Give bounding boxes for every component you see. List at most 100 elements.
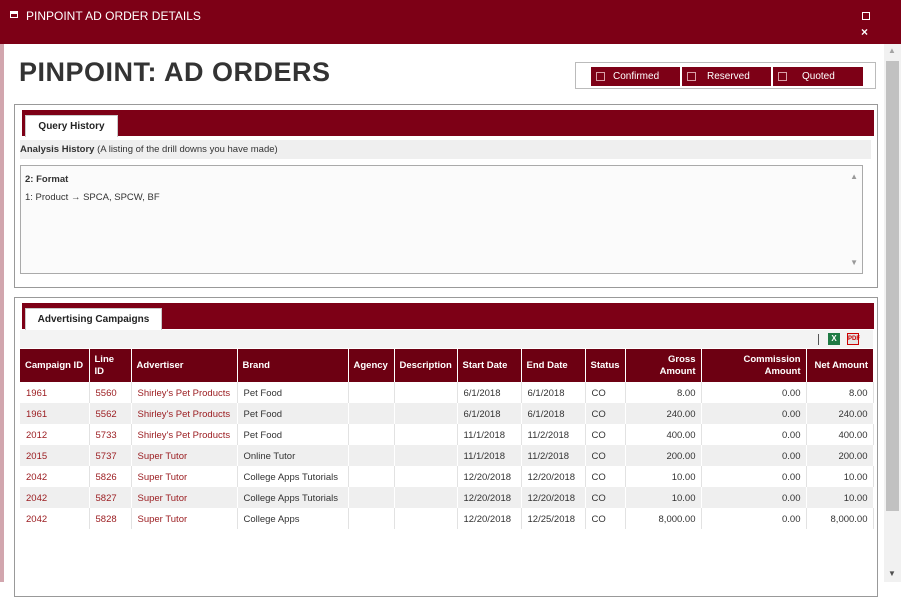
campaign-id-link[interactable]: 1961 bbox=[26, 388, 47, 399]
cell-campaign-id[interactable]: 1961 bbox=[20, 403, 90, 424]
scroll-down-arrow-icon[interactable]: ▼ bbox=[888, 569, 896, 578]
campaign-id-link[interactable]: 2042 bbox=[26, 493, 47, 504]
cell-net-amount: 10.00 bbox=[806, 466, 874, 487]
cell-campaign-id[interactable]: 1961 bbox=[20, 382, 90, 403]
legend-quoted[interactable]: Quoted bbox=[773, 67, 863, 86]
line-id-link[interactable]: 5737 bbox=[96, 451, 117, 462]
list-scroll-down-icon[interactable]: ▼ bbox=[850, 258, 858, 267]
page-scrollbar-thumb[interactable] bbox=[886, 61, 899, 511]
advertiser-link[interactable]: Super Tutor bbox=[138, 451, 188, 462]
cell-advertiser[interactable]: Shirley's Pet Products bbox=[131, 403, 238, 424]
col-commission-amount[interactable]: Commission Amount bbox=[701, 349, 807, 382]
cell-advertiser[interactable]: Shirley's Pet Products bbox=[131, 382, 238, 403]
line-id-link[interactable]: 5560 bbox=[96, 388, 117, 399]
campaign-id-link[interactable]: 2012 bbox=[26, 430, 47, 441]
table-row[interactable]: 2042 5826 Super Tutor College Apps Tutorial… bbox=[20, 466, 874, 487]
advertiser-link[interactable]: Shirley's Pet Products bbox=[138, 409, 231, 420]
window-titlebar: PINPOINT AD ORDER DETAILS × bbox=[0, 0, 901, 44]
cell-campaign-id[interactable]: 2042 bbox=[20, 487, 90, 508]
campaign-id-link[interactable]: 2015 bbox=[26, 451, 47, 462]
advertiser-link[interactable]: Super Tutor bbox=[138, 493, 188, 504]
cell-net-amount: 8,000.00 bbox=[806, 508, 874, 529]
cell-campaign-id[interactable]: 2042 bbox=[20, 508, 90, 529]
cell-advertiser[interactable]: Shirley's Pet Products bbox=[131, 424, 238, 445]
list-scroll-up-icon[interactable]: ▲ bbox=[850, 172, 858, 181]
advertiser-link[interactable]: Shirley's Pet Products bbox=[138, 388, 231, 399]
col-brand[interactable]: Brand bbox=[237, 349, 349, 382]
cell-commission-amount: 0.00 bbox=[701, 403, 807, 424]
line-id-link[interactable]: 5826 bbox=[96, 472, 117, 483]
cell-advertiser[interactable]: Super Tutor bbox=[131, 466, 238, 487]
cell-line-id[interactable]: 5737 bbox=[89, 445, 132, 466]
cell-agency bbox=[348, 487, 395, 508]
history-item[interactable]: 1: Product → SPCA, SPCW, BF bbox=[25, 192, 160, 203]
excel-icon[interactable]: X bbox=[828, 333, 840, 345]
col-agency[interactable]: Agency bbox=[348, 349, 395, 382]
advertiser-link[interactable]: Shirley's Pet Products bbox=[138, 430, 231, 441]
advertiser-link[interactable]: Super Tutor bbox=[138, 472, 188, 483]
col-net-amount[interactable]: Net Amount bbox=[806, 349, 873, 382]
col-line-id[interactable]: Line ID bbox=[89, 349, 132, 382]
campaign-id-link[interactable]: 2042 bbox=[26, 472, 47, 483]
cell-commission-amount: 0.00 bbox=[701, 508, 807, 529]
cell-gross-amount: 8,000.00 bbox=[625, 508, 702, 529]
cell-start-date: 6/1/2018 bbox=[457, 403, 522, 424]
cell-start-date: 6/1/2018 bbox=[457, 382, 522, 403]
cell-advertiser[interactable]: Super Tutor bbox=[131, 508, 238, 529]
cell-line-id[interactable]: 5827 bbox=[89, 487, 132, 508]
legend-confirmed[interactable]: Confirmed bbox=[591, 67, 680, 86]
cell-campaign-id[interactable]: 2012 bbox=[20, 424, 90, 445]
cell-gross-amount: 10.00 bbox=[625, 466, 702, 487]
col-advertiser[interactable]: Advertiser bbox=[131, 349, 238, 382]
cell-status: CO bbox=[585, 382, 626, 403]
legend-reserved[interactable]: Reserved bbox=[682, 67, 771, 86]
close-icon[interactable]: × bbox=[861, 25, 868, 39]
table-row[interactable]: 2042 5827 Super Tutor College Apps Tutorial… bbox=[20, 487, 874, 508]
tab-advertising-campaigns[interactable]: Advertising Campaigns bbox=[25, 308, 162, 330]
cell-agency bbox=[348, 445, 395, 466]
analysis-history-note: (A listing of the drill downs you have m… bbox=[97, 144, 278, 155]
page-title: PINPOINT: AD ORDERS bbox=[19, 57, 331, 87]
col-status[interactable]: Status bbox=[585, 349, 626, 382]
history-item[interactable]: 2: Format bbox=[25, 174, 68, 185]
table-row[interactable]: 1961 5560 Shirley's Pet Products Pet Food 6/… bbox=[20, 382, 874, 403]
table-row[interactable]: 2042 5828 Super Tutor College Apps 12/20/201… bbox=[20, 508, 874, 529]
cell-net-amount: 8.00 bbox=[806, 382, 874, 403]
col-start-date[interactable]: Start Date bbox=[457, 349, 522, 382]
cell-status: CO bbox=[585, 445, 626, 466]
analysis-history-list[interactable]: 2: Format 1: Product → SPCA, SPCW, BF ▲ … bbox=[20, 165, 863, 274]
maximize-icon[interactable] bbox=[862, 12, 870, 20]
col-description[interactable]: Description bbox=[394, 349, 458, 382]
cell-campaign-id[interactable]: 2042 bbox=[20, 466, 90, 487]
cell-line-id[interactable]: 5560 bbox=[89, 382, 132, 403]
line-id-link[interactable]: 5827 bbox=[96, 493, 117, 504]
col-gross-amount[interactable]: Gross Amount bbox=[625, 349, 702, 382]
analysis-history-header: Analysis History (A listing of the drill… bbox=[20, 140, 871, 159]
table-row[interactable]: 2012 5733 Shirley's Pet Products Pet Food 11… bbox=[20, 424, 874, 445]
window-icon bbox=[10, 11, 18, 18]
cell-line-id[interactable]: 5826 bbox=[89, 466, 132, 487]
scroll-up-arrow-icon[interactable]: ▲ bbox=[888, 46, 896, 55]
line-id-link[interactable]: 5828 bbox=[96, 514, 117, 525]
col-campaign-id[interactable]: Campaign ID bbox=[20, 349, 90, 382]
cell-campaign-id[interactable]: 2015 bbox=[20, 445, 90, 466]
tab-query-history[interactable]: Query History bbox=[25, 115, 118, 137]
advertiser-link[interactable]: Super Tutor bbox=[138, 514, 188, 525]
campaign-id-link[interactable]: 2042 bbox=[26, 514, 47, 525]
cell-line-id[interactable]: 5733 bbox=[89, 424, 132, 445]
table-row[interactable]: 1961 5562 Shirley's Pet Products Pet Food 6/… bbox=[20, 403, 874, 424]
line-id-link[interactable]: 5562 bbox=[96, 409, 117, 420]
col-end-date[interactable]: End Date bbox=[521, 349, 586, 382]
cell-agency bbox=[348, 424, 395, 445]
legend-label: Confirmed bbox=[613, 71, 660, 82]
cell-line-id[interactable]: 5562 bbox=[89, 403, 132, 424]
pdf-icon[interactable]: PDF bbox=[847, 333, 860, 345]
cell-advertiser[interactable]: Super Tutor bbox=[131, 487, 238, 508]
table-row[interactable]: 2015 5737 Super Tutor Online Tutor 11/1/2018… bbox=[20, 445, 874, 466]
line-id-link[interactable]: 5733 bbox=[96, 430, 117, 441]
campaign-id-link[interactable]: 1961 bbox=[26, 409, 47, 420]
cell-line-id[interactable]: 5828 bbox=[89, 508, 132, 529]
cell-brand: Pet Food bbox=[237, 424, 349, 445]
cell-end-date: 12/20/2018 bbox=[521, 487, 586, 508]
cell-advertiser[interactable]: Super Tutor bbox=[131, 445, 238, 466]
